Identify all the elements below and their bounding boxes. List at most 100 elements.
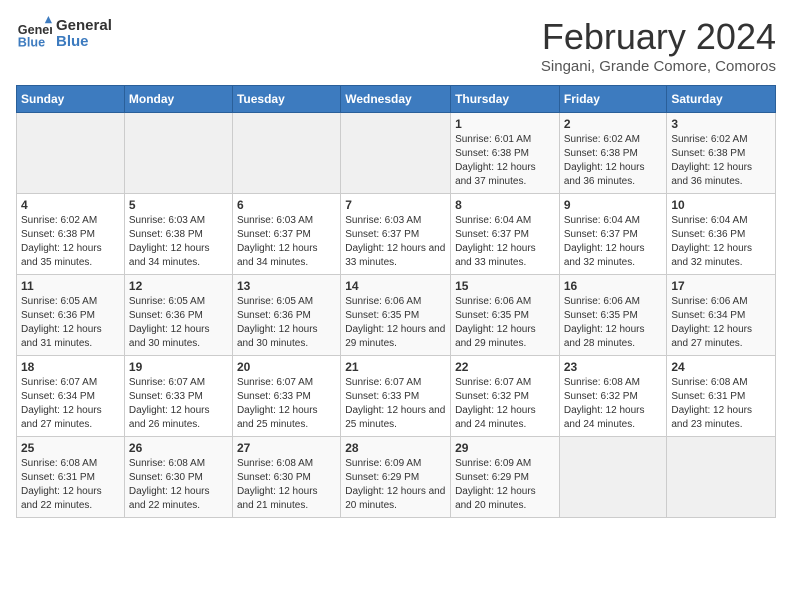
column-header-friday: Friday	[559, 86, 667, 113]
calendar-cell: 4Sunrise: 6:02 AM Sunset: 6:38 PM Daylig…	[17, 194, 125, 275]
day-number: 16	[564, 279, 663, 293]
header: General Blue General Blue February 2024 …	[16, 16, 776, 75]
day-info: Sunrise: 6:09 AM Sunset: 6:29 PM Dayligh…	[345, 457, 446, 513]
calendar-week-2: 4Sunrise: 6:02 AM Sunset: 6:38 PM Daylig…	[17, 194, 776, 275]
day-info: Sunrise: 6:04 AM Sunset: 6:36 PM Dayligh…	[671, 214, 771, 270]
svg-text:Blue: Blue	[18, 36, 45, 50]
logo-text-blue: Blue	[56, 34, 112, 51]
day-info: Sunrise: 6:04 AM Sunset: 6:37 PM Dayligh…	[564, 214, 663, 270]
day-number: 1	[455, 117, 555, 131]
day-info: Sunrise: 6:02 AM Sunset: 6:38 PM Dayligh…	[21, 214, 120, 270]
day-info: Sunrise: 6:07 AM Sunset: 6:33 PM Dayligh…	[345, 376, 446, 432]
day-info: Sunrise: 6:08 AM Sunset: 6:31 PM Dayligh…	[21, 457, 120, 513]
day-number: 19	[129, 360, 228, 374]
calendar-cell: 10 Sunrise: 6:04 AM Sunset: 6:36 PM Dayli…	[667, 194, 776, 275]
calendar-cell	[124, 113, 232, 194]
day-number: 14	[345, 279, 446, 293]
day-info: Sunrise: 6:07 AM Sunset: 6:32 PM Dayligh…	[455, 376, 555, 432]
day-number: 17	[671, 279, 771, 293]
day-info: Sunrise: 6:08 AM Sunset: 6:31 PM Dayligh…	[671, 376, 771, 432]
calendar-cell: 5 Sunrise: 6:03 AM Sunset: 6:38 PM Daylig…	[124, 194, 232, 275]
calendar-cell	[341, 113, 451, 194]
day-info: Sunrise: 6:03 AM Sunset: 6:37 PM Dayligh…	[237, 214, 336, 270]
day-number: 6	[237, 198, 336, 212]
calendar-cell: 2Sunrise: 6:02 AM Sunset: 6:38 PM Daylig…	[559, 113, 667, 194]
day-number: 22	[455, 360, 555, 374]
calendar-week-4: 18Sunrise: 6:07 AM Sunset: 6:34 PM Dayli…	[17, 356, 776, 437]
day-info: Sunrise: 6:08 AM Sunset: 6:30 PM Dayligh…	[129, 457, 228, 513]
day-number: 26	[129, 441, 228, 455]
calendar-cell: 20 Sunrise: 6:07 AM Sunset: 6:33 PM Dayli…	[232, 356, 340, 437]
day-info: Sunrise: 6:05 AM Sunset: 6:36 PM Dayligh…	[129, 295, 228, 351]
calendar-cell: 26 Sunrise: 6:08 AM Sunset: 6:30 PM Dayli…	[124, 437, 232, 518]
location-subtitle: Singani, Grande Comore, Comoros	[541, 58, 776, 75]
day-info: Sunrise: 6:03 AM Sunset: 6:37 PM Dayligh…	[345, 214, 446, 270]
calendar-cell: 21 Sunrise: 6:07 AM Sunset: 6:33 PM Dayli…	[341, 356, 451, 437]
day-info: Sunrise: 6:05 AM Sunset: 6:36 PM Dayligh…	[21, 295, 120, 351]
calendar-cell	[667, 437, 776, 518]
day-number: 13	[237, 279, 336, 293]
calendar-cell: 15 Sunrise: 6:06 AM Sunset: 6:35 PM Dayli…	[451, 275, 560, 356]
calendar-cell: 27 Sunrise: 6:08 AM Sunset: 6:30 PM Dayli…	[232, 437, 340, 518]
calendar-cell: 22 Sunrise: 6:07 AM Sunset: 6:32 PM Dayli…	[451, 356, 560, 437]
day-info: Sunrise: 6:03 AM Sunset: 6:38 PM Dayligh…	[129, 214, 228, 270]
day-number: 25	[21, 441, 120, 455]
column-header-sunday: Sunday	[17, 86, 125, 113]
calendar-cell: 24 Sunrise: 6:08 AM Sunset: 6:31 PM Dayli…	[667, 356, 776, 437]
day-number: 9	[564, 198, 663, 212]
day-info: Sunrise: 6:05 AM Sunset: 6:36 PM Dayligh…	[237, 295, 336, 351]
day-info: Sunrise: 6:08 AM Sunset: 6:30 PM Dayligh…	[237, 457, 336, 513]
day-number: 18	[21, 360, 120, 374]
calendar-cell: 17 Sunrise: 6:06 AM Sunset: 6:34 PM Dayli…	[667, 275, 776, 356]
day-number: 11	[21, 279, 120, 293]
logo: General Blue General Blue	[16, 16, 112, 52]
column-header-monday: Monday	[124, 86, 232, 113]
calendar-week-5: 25 Sunrise: 6:08 AM Sunset: 6:31 PM Dayli…	[17, 437, 776, 518]
logo-text-general: General	[56, 18, 112, 35]
day-number: 7	[345, 198, 446, 212]
day-info: Sunrise: 6:06 AM Sunset: 6:34 PM Dayligh…	[671, 295, 771, 351]
column-header-saturday: Saturday	[667, 86, 776, 113]
calendar-cell: 1 Sunrise: 6:01 AM Sunset: 6:38 PM Daylig…	[451, 113, 560, 194]
calendar-cell: 13 Sunrise: 6:05 AM Sunset: 6:36 PM Dayli…	[232, 275, 340, 356]
calendar-table: SundayMondayTuesdayWednesdayThursdayFrid…	[16, 85, 776, 518]
calendar-cell: 7 Sunrise: 6:03 AM Sunset: 6:37 PM Daylig…	[341, 194, 451, 275]
column-header-tuesday: Tuesday	[232, 86, 340, 113]
day-info: Sunrise: 6:06 AM Sunset: 6:35 PM Dayligh…	[564, 295, 663, 351]
day-info: Sunrise: 6:04 AM Sunset: 6:37 PM Dayligh…	[455, 214, 555, 270]
day-number: 28	[345, 441, 446, 455]
calendar-cell: 28 Sunrise: 6:09 AM Sunset: 6:29 PM Dayli…	[341, 437, 451, 518]
day-number: 21	[345, 360, 446, 374]
day-number: 24	[671, 360, 771, 374]
calendar-header-row: SundayMondayTuesdayWednesdayThursdayFrid…	[17, 86, 776, 113]
day-number: 29	[455, 441, 555, 455]
day-number: 20	[237, 360, 336, 374]
day-number: 27	[237, 441, 336, 455]
calendar-cell: 29 Sunrise: 6:09 AM Sunset: 6:29 PM Dayli…	[451, 437, 560, 518]
calendar-cell: 11 Sunrise: 6:05 AM Sunset: 6:36 PM Dayli…	[17, 275, 125, 356]
calendar-cell	[232, 113, 340, 194]
calendar-cell: 25 Sunrise: 6:08 AM Sunset: 6:31 PM Dayli…	[17, 437, 125, 518]
calendar-cell	[559, 437, 667, 518]
calendar-week-3: 11 Sunrise: 6:05 AM Sunset: 6:36 PM Dayli…	[17, 275, 776, 356]
column-header-wednesday: Wednesday	[341, 86, 451, 113]
month-title: February 2024	[541, 16, 776, 58]
day-info: Sunrise: 6:07 AM Sunset: 6:33 PM Dayligh…	[237, 376, 336, 432]
column-header-thursday: Thursday	[451, 86, 560, 113]
day-info: Sunrise: 6:01 AM Sunset: 6:38 PM Dayligh…	[455, 133, 555, 189]
calendar-cell: 18Sunrise: 6:07 AM Sunset: 6:34 PM Dayli…	[17, 356, 125, 437]
calendar-cell: 19 Sunrise: 6:07 AM Sunset: 6:33 PM Dayli…	[124, 356, 232, 437]
day-info: Sunrise: 6:06 AM Sunset: 6:35 PM Dayligh…	[455, 295, 555, 351]
calendar-cell: 6 Sunrise: 6:03 AM Sunset: 6:37 PM Daylig…	[232, 194, 340, 275]
day-info: Sunrise: 6:07 AM Sunset: 6:33 PM Dayligh…	[129, 376, 228, 432]
calendar-cell: 3Sunrise: 6:02 AM Sunset: 6:38 PM Daylig…	[667, 113, 776, 194]
day-number: 5	[129, 198, 228, 212]
calendar-cell: 16 Sunrise: 6:06 AM Sunset: 6:35 PM Dayli…	[559, 275, 667, 356]
calendar-cell: 23Sunrise: 6:08 AM Sunset: 6:32 PM Dayli…	[559, 356, 667, 437]
day-number: 10	[671, 198, 771, 212]
logo-icon: General Blue	[16, 16, 52, 52]
day-number: 8	[455, 198, 555, 212]
day-info: Sunrise: 6:09 AM Sunset: 6:29 PM Dayligh…	[455, 457, 555, 513]
day-number: 15	[455, 279, 555, 293]
day-number: 3	[671, 117, 771, 131]
